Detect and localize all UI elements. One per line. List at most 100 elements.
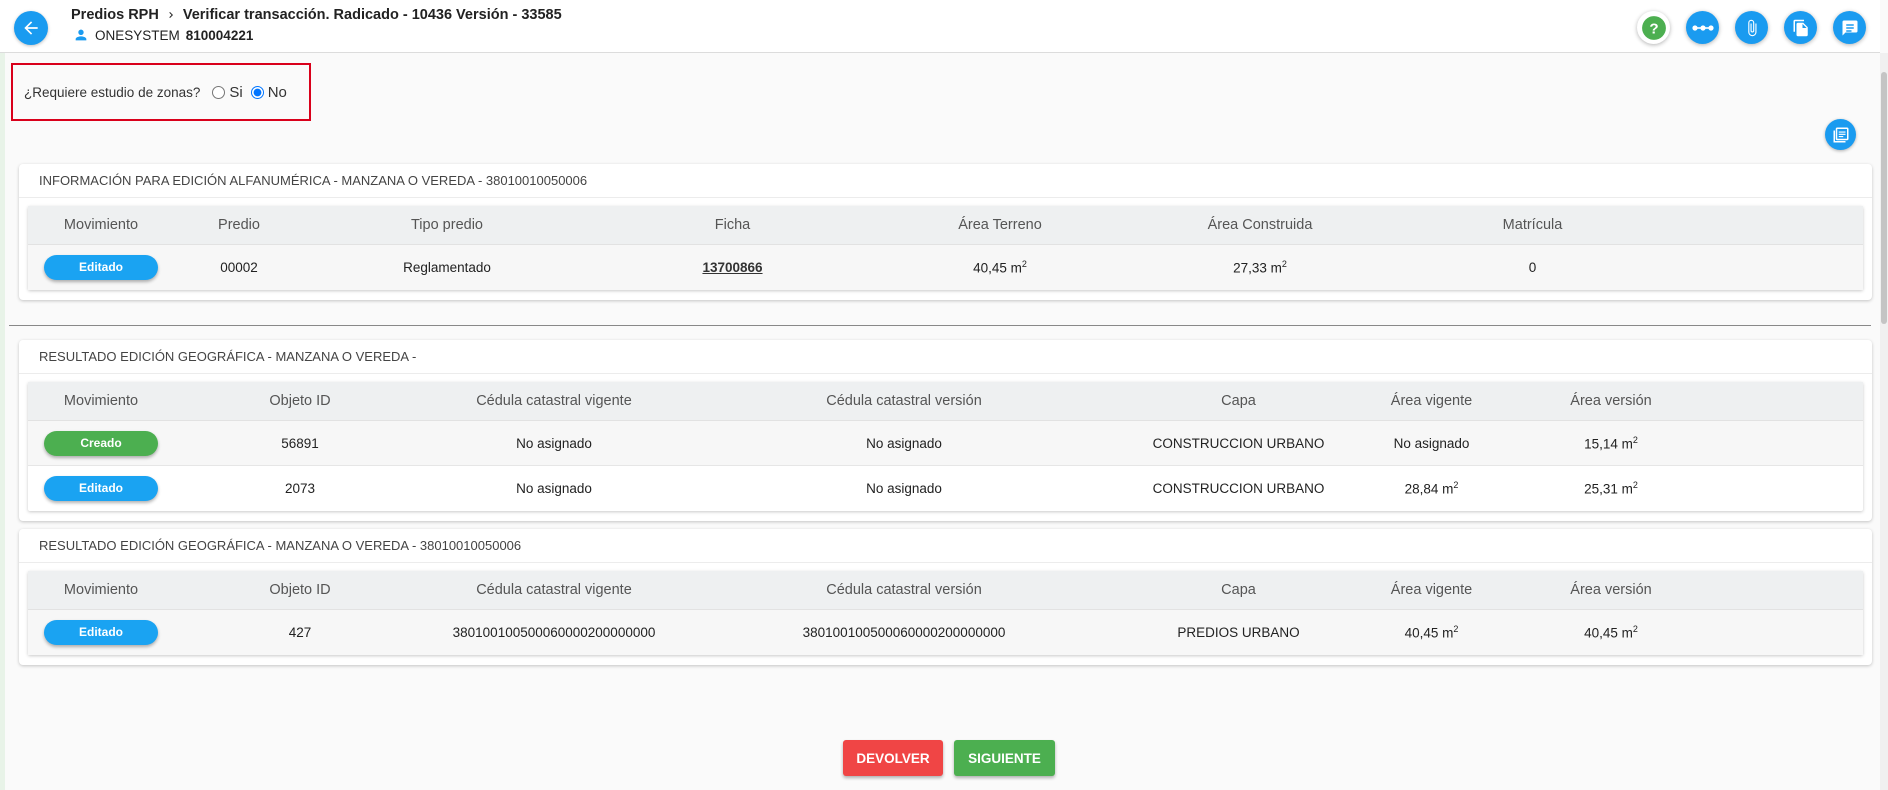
capa-cell: CONSTRUCCION URBANO bbox=[1152, 435, 1325, 451]
column-header[interactable]: Movimiento bbox=[28, 582, 174, 598]
person-icon bbox=[75, 29, 87, 41]
user-name: ONESYSTEM bbox=[95, 27, 180, 43]
area-version-cell: 15,14 m2 bbox=[1584, 434, 1638, 452]
column-header[interactable]: Matrícula bbox=[1395, 217, 1670, 233]
column-header[interactable]: Ficha bbox=[590, 217, 875, 233]
fullscreen-button[interactable] bbox=[1825, 119, 1856, 150]
area-construida-cell: 27,33 m2 bbox=[1233, 259, 1287, 276]
predio-cell: 00002 bbox=[220, 260, 258, 275]
geographic-result-panel-1: RESULTADO EDICIÓN GEOGRÁFICA - MANZANA O… bbox=[19, 340, 1872, 521]
capa-cell: CONSTRUCCION URBANO bbox=[1152, 481, 1325, 496]
table-header-row: Movimiento Objeto ID Cédula catastral vi… bbox=[28, 571, 1863, 610]
column-header[interactable]: Cédula catastral versión bbox=[682, 393, 1126, 409]
geographic-result-panel-2: RESULTADO EDICIÓN GEOGRÁFICA - MANZANA O… bbox=[19, 529, 1872, 665]
svg-text:?: ? bbox=[1649, 20, 1658, 37]
zone-study-option-no[interactable]: No bbox=[250, 83, 287, 101]
document-copy-icon bbox=[1793, 19, 1808, 36]
column-header[interactable]: Objeto ID bbox=[174, 393, 426, 409]
area-version-cell: 25,31 m2 bbox=[1584, 480, 1638, 497]
help-icon: ? bbox=[1641, 15, 1666, 40]
column-header[interactable]: Predio bbox=[174, 217, 304, 233]
column-header[interactable]: Área vigente bbox=[1351, 393, 1512, 409]
attachments-button[interactable] bbox=[1735, 11, 1768, 44]
column-header[interactable]: Objeto ID bbox=[174, 582, 426, 598]
column-header[interactable]: Área Terreno bbox=[875, 217, 1125, 233]
status-badge-creado[interactable]: Creado bbox=[44, 430, 158, 456]
table-header-row: Movimiento Objeto ID Cédula catastral vi… bbox=[28, 382, 1863, 421]
cedula-version-cell: No asignado bbox=[866, 435, 942, 451]
alphanumeric-panel-title: INFORMACIÓN PARA EDICIÓN ALFANUMÉRICA - … bbox=[19, 164, 1872, 198]
notes-button[interactable] bbox=[1833, 11, 1866, 44]
zone-study-option-yes[interactable]: Si bbox=[212, 83, 243, 101]
alphanumeric-edit-panel: INFORMACIÓN PARA EDICIÓN ALFANUMÉRICA - … bbox=[19, 164, 1872, 300]
column-header[interactable]: Área vigente bbox=[1351, 582, 1512, 598]
cedula-version-cell: No asignado bbox=[866, 481, 942, 496]
help-button[interactable]: ? bbox=[1637, 11, 1670, 44]
notes-icon bbox=[1842, 20, 1857, 35]
tipo-predio-cell: Reglamentado bbox=[403, 260, 491, 275]
header-actions: ? bbox=[1637, 11, 1866, 44]
table-row: Editado 00002 Reglamentado 13700866 40,4… bbox=[28, 245, 1863, 290]
arrow-left-icon bbox=[24, 21, 38, 35]
breadcrumb: Predios RPH Verificar transacción. Radic… bbox=[71, 7, 562, 23]
devolver-button[interactable]: DEVOLVER bbox=[843, 740, 943, 776]
column-header[interactable]: Área Construida bbox=[1125, 217, 1395, 233]
table-header-row: Movimiento Predio Tipo predio Ficha Área… bbox=[28, 206, 1863, 245]
top-header: Predios RPH Verificar transacción. Radic… bbox=[0, 0, 1880, 53]
matricula-cell: 0 bbox=[1528, 260, 1537, 275]
column-header[interactable]: Área versión bbox=[1512, 582, 1710, 598]
section-divider bbox=[9, 325, 1871, 326]
objeto-id-cell: 56891 bbox=[281, 435, 319, 451]
zone-study-question: ¿Requiere estudio de zonas? Si No bbox=[11, 63, 311, 121]
status-badge-editado[interactable]: Editado bbox=[44, 620, 158, 645]
cedula-version-cell: 380100100500060000200000000 bbox=[802, 625, 1006, 640]
column-header[interactable]: Cédula catastral vigente bbox=[426, 582, 682, 598]
status-badge-editado[interactable]: Editado bbox=[44, 255, 158, 280]
column-header[interactable]: Cédula catastral versión bbox=[682, 582, 1126, 598]
more-horizontal-icon bbox=[1691, 24, 1714, 31]
column-header[interactable]: Capa bbox=[1126, 393, 1351, 409]
zone-study-radio-no[interactable] bbox=[250, 85, 264, 99]
zone-study-label: ¿Requiere estudio de zonas? bbox=[24, 84, 201, 100]
table-row: Editado 427 380100100500060000200000000 … bbox=[28, 610, 1863, 655]
column-header[interactable]: Tipo predio bbox=[304, 217, 590, 233]
documents-button[interactable] bbox=[1784, 11, 1817, 44]
more-options-button[interactable] bbox=[1686, 11, 1719, 44]
fullscreen-icon bbox=[1833, 127, 1848, 142]
objeto-id-cell: 2073 bbox=[284, 481, 316, 496]
ficha-link[interactable]: 13700866 bbox=[702, 260, 762, 275]
cedula-vigente-cell: No asignado bbox=[516, 435, 592, 451]
table-row: Editado 2073 No asignado No asignado CON… bbox=[28, 466, 1863, 511]
column-header[interactable]: Capa bbox=[1126, 582, 1351, 598]
user-info: ONESYSTEM 810004221 bbox=[73, 27, 253, 43]
column-header[interactable]: Movimiento bbox=[28, 217, 174, 233]
alphanumeric-table: Movimiento Predio Tipo predio Ficha Área… bbox=[28, 206, 1863, 290]
geographic-table-2: Movimiento Objeto ID Cédula catastral vi… bbox=[28, 571, 1863, 655]
area-vigente-cell: 40,45 m2 bbox=[1404, 624, 1459, 641]
table-row: Creado 56891 No asignado No asignado CON… bbox=[28, 421, 1863, 466]
area-vigente-cell: No asignado bbox=[1393, 435, 1470, 451]
area-vigente-cell: 28,84 m2 bbox=[1404, 480, 1459, 497]
back-button[interactable] bbox=[14, 11, 48, 45]
siguiente-button[interactable]: SIGUIENTE bbox=[954, 740, 1055, 776]
zone-study-radio-yes[interactable] bbox=[212, 85, 226, 99]
column-header[interactable]: Movimiento bbox=[28, 393, 174, 409]
column-header[interactable]: Cédula catastral vigente bbox=[426, 393, 682, 409]
status-badge-editado[interactable]: Editado bbox=[44, 476, 158, 501]
zone-study-yes-label: Si bbox=[229, 83, 243, 101]
column-header[interactable]: Área versión bbox=[1512, 393, 1710, 409]
paperclip-icon bbox=[1747, 19, 1756, 36]
area-version-cell: 40,45 m2 bbox=[1584, 624, 1638, 641]
breadcrumb-root[interactable]: Predios RPH bbox=[71, 7, 159, 23]
geographic-panel-title: RESULTADO EDICIÓN GEOGRÁFICA - MANZANA O… bbox=[19, 340, 1872, 374]
user-code: 810004221 bbox=[185, 27, 254, 43]
cedula-vigente-cell: No asignado bbox=[516, 481, 592, 496]
geographic-table-1: Movimiento Objeto ID Cédula catastral vi… bbox=[28, 382, 1863, 511]
geographic-panel-title: RESULTADO EDICIÓN GEOGRÁFICA - MANZANA O… bbox=[19, 529, 1872, 563]
objeto-id-cell: 427 bbox=[288, 625, 312, 640]
chevron-right-icon bbox=[169, 12, 173, 18]
capa-cell: PREDIOS URBANO bbox=[1177, 625, 1300, 640]
zone-study-no-label: No bbox=[267, 83, 287, 101]
area-terreno-cell: 40,45 m2 bbox=[973, 259, 1027, 276]
scrollbar-thumb[interactable] bbox=[1881, 72, 1887, 324]
